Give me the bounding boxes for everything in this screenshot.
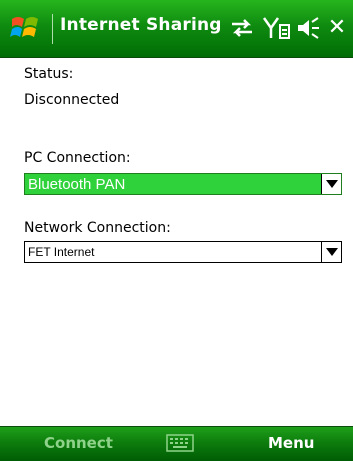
chevron-down-icon [325,248,338,256]
pc-connection-dropdown[interactable]: Bluetooth PAN [24,173,342,195]
connection-sync-icon[interactable] [228,14,256,42]
network-connection-dropdown[interactable]: FET Internet [24,241,342,263]
title-bar: Internet Sharing ✕ [0,0,353,58]
windows-start-icon[interactable] [10,13,42,43]
chevron-down-icon [325,180,338,188]
status-value: Disconnected [24,92,120,108]
network-connection-label: Network Connection: [24,220,171,236]
close-button[interactable]: ✕ [326,14,348,42]
connect-softkey[interactable]: Connect [44,434,113,452]
keyboard-icon[interactable] [166,433,194,455]
menu-softkey[interactable]: Menu [268,434,314,452]
title-separator [52,14,53,44]
signal-strength-icon[interactable] [262,14,292,42]
window-title: Internet Sharing [60,15,222,35]
status-label: Status: [24,66,74,82]
pc-connection-label: PC Connection: [24,150,131,166]
network-connection-dropdown-arrow[interactable] [321,242,341,262]
softkey-bar: Connect Menu [0,426,353,461]
pc-connection-dropdown-arrow[interactable] [321,174,341,194]
network-connection-selected[interactable]: FET Internet [25,245,321,259]
speaker-icon[interactable] [296,14,322,42]
pc-connection-selected[interactable]: Bluetooth PAN [25,176,321,193]
